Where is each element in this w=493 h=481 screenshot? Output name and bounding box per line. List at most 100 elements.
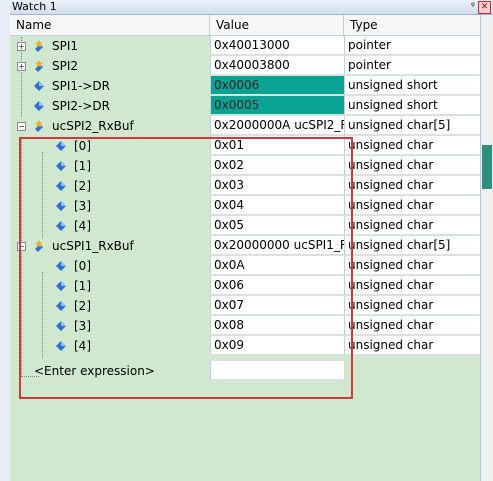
variable-name: [4] (74, 339, 91, 353)
value-cell[interactable]: 0x08 (210, 316, 344, 335)
enter-expression-value-cell[interactable] (210, 361, 344, 380)
right-scroll-strip[interactable] (480, 15, 493, 481)
name-cell[interactable]: [0] (10, 256, 210, 276)
column-header-type[interactable]: Type (344, 15, 480, 35)
name-cell[interactable]: [4] (10, 336, 210, 356)
name-cell[interactable]: SPI2->DR (10, 96, 210, 116)
watch-row[interactable]: [2] 0x03 unsigned char (10, 176, 480, 196)
name-cell[interactable]: [1] (10, 156, 210, 176)
structure-variable-icon (32, 239, 46, 253)
variable-icon (54, 219, 68, 233)
name-cell[interactable]: [2] (10, 296, 210, 316)
value-cell[interactable]: 0x09 (210, 336, 344, 355)
structure-variable-icon (32, 39, 46, 53)
watch-row[interactable]: + SPI2 0x40003800 pointer (10, 56, 480, 76)
enter-expression-row[interactable]: <Enter expression> (10, 361, 480, 381)
variable-icon (54, 319, 68, 333)
name-cell[interactable]: [3] (10, 316, 210, 336)
value-cell[interactable]: 0x0A (210, 256, 344, 275)
type-cell: pointer (344, 56, 480, 75)
collapse-icon[interactable]: − (17, 242, 26, 251)
collapse-icon[interactable]: − (17, 122, 26, 131)
variable-icon (32, 79, 46, 93)
value-cell[interactable]: 0x2000000A ucSPI2_Rx... (210, 116, 344, 135)
watch-row[interactable]: [4] 0x05 unsigned char (10, 216, 480, 236)
value-cell[interactable]: 0x40003800 (210, 56, 344, 75)
type-cell: unsigned char (344, 256, 480, 275)
watch-row[interactable]: [2] 0x07 unsigned char (10, 296, 480, 316)
type-cell: unsigned char (344, 176, 480, 195)
variable-name: [3] (74, 319, 91, 333)
name-cell[interactable]: SPI1->DR (10, 76, 210, 96)
watch-pane: Name Value Type + SPI1 0x40013000 pointer + S… (10, 15, 480, 481)
variable-name: [3] (74, 199, 91, 213)
watch-row[interactable]: + SPI1 0x40013000 pointer (10, 36, 480, 56)
variable-name: SPI2->DR (52, 99, 110, 113)
type-cell: pointer (344, 36, 480, 55)
column-header-name[interactable]: Name (10, 15, 210, 35)
name-cell[interactable]: [1] (10, 276, 210, 296)
variable-name: [4] (74, 219, 91, 233)
type-cell: unsigned char (344, 216, 480, 235)
value-cell[interactable]: 0x06 (210, 276, 344, 295)
watch-window-titlebar[interactable]: Watch 1 ᵠ ✕ (10, 0, 493, 15)
type-cell: unsigned short (344, 76, 480, 95)
variable-icon (54, 279, 68, 293)
watch-row[interactable]: SPI2->DR 0x0005 unsigned short (10, 96, 480, 116)
variable-icon (54, 199, 68, 213)
value-cell[interactable]: 0x07 (210, 296, 344, 315)
value-cell[interactable]: 0x0006 (210, 76, 344, 95)
type-cell: unsigned char (344, 136, 480, 155)
variable-icon (54, 179, 68, 193)
watch-row[interactable]: [1] 0x02 unsigned char (10, 156, 480, 176)
watch-row[interactable]: − ucSPI2_RxBuf 0x2000000A ucSPI2_Rx...unsi… (10, 116, 480, 136)
name-cell[interactable]: [2] (10, 176, 210, 196)
name-cell[interactable]: + SPI2 (10, 56, 210, 76)
value-cell[interactable]: 0x20000000 ucSPI1_Rx... (210, 236, 344, 255)
name-cell[interactable]: − ucSPI1_RxBuf (10, 236, 210, 256)
column-header-value[interactable]: Value (210, 15, 344, 35)
variable-name: SPI2 (52, 59, 79, 73)
window-title: Watch 1 (12, 0, 57, 13)
watch-row[interactable]: [4] 0x09 unsigned char (10, 336, 480, 356)
type-cell: unsigned char[5] (344, 236, 480, 255)
value-cell[interactable]: 0x04 (210, 196, 344, 215)
variable-icon (54, 159, 68, 173)
pin-icon[interactable]: ᵠ (471, 1, 475, 12)
watch-row[interactable]: [1] 0x06 unsigned char (10, 276, 480, 296)
expand-icon[interactable]: + (17, 42, 26, 51)
variable-icon (54, 139, 68, 153)
name-cell[interactable]: + SPI1 (10, 36, 210, 56)
variable-icon (54, 259, 68, 273)
name-cell[interactable]: [0] (10, 136, 210, 156)
name-cell[interactable]: [4] (10, 216, 210, 236)
variable-name: SPI1->DR (52, 79, 110, 93)
watch-row[interactable]: SPI1->DR 0x0006 unsigned short (10, 76, 480, 96)
type-cell: unsigned char (344, 156, 480, 175)
close-icon[interactable]: ✕ (478, 1, 491, 14)
value-cell[interactable]: 0x03 (210, 176, 344, 195)
variable-name: [2] (74, 299, 91, 313)
type-cell: unsigned char (344, 316, 480, 335)
type-cell: unsigned char[5] (344, 116, 480, 135)
watch-row[interactable]: [3] 0x08 unsigned char (10, 316, 480, 336)
variable-name: [0] (74, 259, 91, 273)
value-cell[interactable]: 0x02 (210, 156, 344, 175)
variable-icon (32, 99, 46, 113)
watch-row[interactable]: − ucSPI1_RxBuf 0x20000000 ucSPI1_Rx...unsi… (10, 236, 480, 256)
scroll-indicator[interactable] (482, 145, 492, 189)
watch-row[interactable]: [3] 0x04 unsigned char (10, 196, 480, 216)
variable-name: SPI1 (52, 39, 79, 53)
value-cell[interactable]: 0x01 (210, 136, 344, 155)
value-cell[interactable]: 0x05 (210, 216, 344, 235)
name-cell[interactable]: [3] (10, 196, 210, 216)
enter-expression-label[interactable]: <Enter expression> (34, 361, 155, 381)
watch-row[interactable]: [0] 0x0A unsigned char (10, 256, 480, 276)
name-cell[interactable]: − ucSPI2_RxBuf (10, 116, 210, 136)
watch-row[interactable]: [0] 0x01 unsigned char (10, 136, 480, 156)
value-cell[interactable]: 0x40013000 (210, 36, 344, 55)
value-cell[interactable]: 0x0005 (210, 96, 344, 115)
type-cell: unsigned short (344, 96, 480, 115)
structure-variable-icon (32, 119, 46, 133)
expand-icon[interactable]: + (17, 62, 26, 71)
